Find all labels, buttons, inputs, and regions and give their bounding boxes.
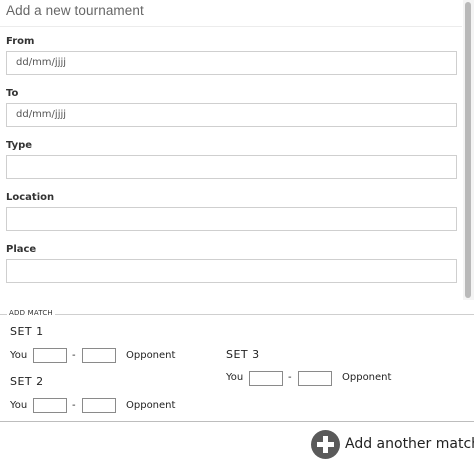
add-another-match-button[interactable]: Add another match <box>311 430 474 460</box>
add-another-match-label[interactable]: Add another match <box>345 436 474 452</box>
from-date-input[interactable]: dd/mm/jjjj <box>6 51 457 75</box>
add-match-legend: ADD MATCH <box>7 309 55 317</box>
set-1-label: SET 1 <box>10 325 44 338</box>
set-3-you-label: You <box>226 372 244 383</box>
type-label: Type <box>6 140 33 151</box>
tournament-form-panel: Add a new tournament From dd/mm/jjjj To … <box>0 0 462 300</box>
from-label: From <box>6 36 35 47</box>
set-2-label: SET 2 <box>10 375 44 388</box>
set-1-you-score-input[interactable] <box>33 348 67 363</box>
place-input[interactable] <box>6 259 457 283</box>
set-3-separator: - <box>288 372 292 383</box>
set-1-separator: - <box>72 350 76 361</box>
set-3-opponent-label: Opponent <box>342 372 392 383</box>
add-match-bottom-divider <box>0 421 474 422</box>
to-date-input[interactable]: dd/mm/jjjj <box>6 103 457 127</box>
set-2-you-label: You <box>10 400 28 411</box>
set-3-label: SET 3 <box>226 348 260 361</box>
to-label: To <box>6 88 19 99</box>
scrollbar-thumb[interactable] <box>465 2 471 298</box>
type-input[interactable] <box>6 155 457 179</box>
set-2-opponent-score-input[interactable] <box>82 398 116 413</box>
location-input[interactable] <box>6 207 457 231</box>
set-2-opponent-label: Opponent <box>126 400 176 411</box>
location-label: Location <box>6 192 55 203</box>
set-1-opponent-score-input[interactable] <box>82 348 116 363</box>
set-2-separator: - <box>72 400 76 411</box>
plus-circle-icon[interactable] <box>311 430 340 459</box>
set-3-opponent-score-input[interactable] <box>298 371 332 386</box>
set-2-you-score-input[interactable] <box>33 398 67 413</box>
set-1-you-label: You <box>10 350 28 361</box>
place-label: Place <box>6 244 37 255</box>
title-divider <box>0 26 462 27</box>
add-match-fieldset-border <box>0 314 474 315</box>
set-3-you-score-input[interactable] <box>249 371 283 386</box>
set-1-opponent-label: Opponent <box>126 350 176 361</box>
form-title: Add a new tournament <box>6 3 144 18</box>
